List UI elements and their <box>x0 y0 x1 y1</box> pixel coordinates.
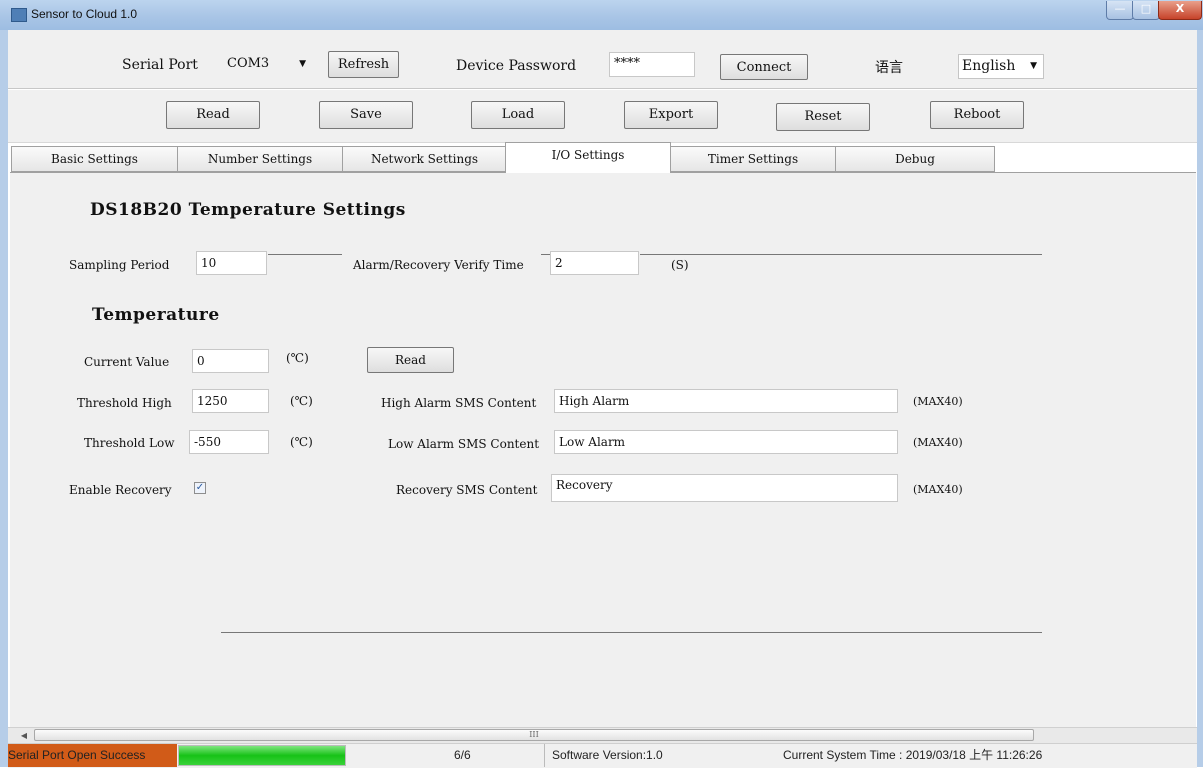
max-length-note: (MAX40) <box>913 483 963 496</box>
save-button[interactable]: Save <box>319 101 413 129</box>
progress-bar <box>178 745 346 766</box>
scroll-left-icon[interactable]: ◀ <box>16 729 32 742</box>
recovery-label: Recovery SMS Content <box>396 483 538 497</box>
enable-recovery-checkbox[interactable]: ✓ <box>194 482 206 494</box>
scrollbar-thumb[interactable]: III <box>34 729 1034 741</box>
threshold-high-label: Threshold High <box>77 396 172 410</box>
verify-time-input[interactable]: 2 <box>550 251 639 275</box>
window-title: Sensor to Cloud 1.0 <box>31 7 138 21</box>
recovery-input[interactable]: Recovery <box>551 474 898 502</box>
read-button[interactable]: Read <box>166 101 260 129</box>
celsius-unit: (℃) <box>290 394 313 408</box>
divider <box>221 632 1042 633</box>
sampling-period-label: Sampling Period <box>69 258 170 272</box>
read-temperature-button[interactable]: Read <box>367 347 454 373</box>
enable-recovery-label: Enable Recovery <box>69 483 172 497</box>
tab-network-settings[interactable]: Network Settings <box>342 146 507 172</box>
high-alarm-label: High Alarm SMS Content <box>381 396 537 410</box>
language-label: 语言 <box>875 60 903 76</box>
status-separator <box>544 744 545 767</box>
max-length-note: (MAX40) <box>913 395 963 408</box>
device-password-input[interactable]: **** <box>609 52 695 77</box>
serial-port-select[interactable]: COM3 ▼ <box>224 53 312 78</box>
grip-icon: III <box>529 730 539 739</box>
verify-time-unit: (S) <box>671 258 689 272</box>
temperature-title: Temperature <box>92 305 220 325</box>
tab-number-settings[interactable]: Number Settings <box>177 146 343 172</box>
current-value-input[interactable]: 0 <box>192 349 269 373</box>
maximize-button[interactable]: □ <box>1132 1 1160 20</box>
celsius-unit: (℃) <box>290 435 313 449</box>
language-value: English <box>962 58 1016 74</box>
progress-text: 6/6 <box>454 748 471 762</box>
progress-fill <box>179 746 345 765</box>
load-button[interactable]: Load <box>471 101 565 129</box>
checkmark-icon: ✓ <box>195 482 205 493</box>
tab-io-settings[interactable]: I/O Settings <box>505 142 671 173</box>
section-title: DS18B20 Temperature Settings <box>90 200 406 220</box>
celsius-unit: (℃) <box>286 351 309 365</box>
serial-port-label: Serial Port <box>122 57 198 73</box>
tab-timer-settings[interactable]: Timer Settings <box>670 146 836 172</box>
max-length-note: (MAX40) <box>913 436 963 449</box>
serial-port-value: COM3 <box>227 56 270 71</box>
tab-debug[interactable]: Debug <box>835 146 995 172</box>
window-frame-left <box>0 30 8 767</box>
export-button[interactable]: Export <box>624 101 718 129</box>
tab-basic-settings[interactable]: Basic Settings <box>11 146 178 172</box>
chevron-down-icon: ▼ <box>299 59 306 69</box>
title-bar <box>0 0 1203 31</box>
toolbar-separator <box>8 88 1197 90</box>
device-password-label: Device Password <box>456 58 577 74</box>
divider <box>640 254 1042 255</box>
reboot-button[interactable]: Reboot <box>930 101 1024 129</box>
current-value-label: Current Value <box>84 355 170 369</box>
sampling-period-input[interactable]: 10 <box>196 251 267 275</box>
app-icon <box>11 8 27 22</box>
minimize-button[interactable]: — <box>1106 1 1134 20</box>
low-alarm-label: Low Alarm SMS Content <box>388 437 540 451</box>
connect-button[interactable]: Connect <box>720 54 808 80</box>
divider <box>268 254 342 255</box>
high-alarm-input[interactable]: High Alarm <box>554 389 898 413</box>
verify-time-label: Alarm/Recovery Verify Time <box>353 258 524 272</box>
threshold-low-input[interactable]: -550 <box>189 430 269 454</box>
refresh-button[interactable]: Refresh <box>328 51 399 78</box>
window-frame-right <box>1197 30 1203 767</box>
software-version: Software Version:1.0 <box>552 748 663 762</box>
serial-status: Serial Port Open Success <box>8 744 177 767</box>
threshold-high-input[interactable]: 1250 <box>192 389 269 413</box>
low-alarm-input[interactable]: Low Alarm <box>554 430 898 454</box>
system-time: Current System Time : 2019/03/18 上午 11:2… <box>783 748 1043 762</box>
reset-button[interactable]: Reset <box>776 103 870 131</box>
threshold-low-label: Threshold Low <box>84 436 175 450</box>
chevron-down-icon: ▼ <box>1030 61 1037 71</box>
language-select[interactable]: English ▼ <box>958 54 1044 79</box>
close-button[interactable]: X <box>1158 1 1202 20</box>
